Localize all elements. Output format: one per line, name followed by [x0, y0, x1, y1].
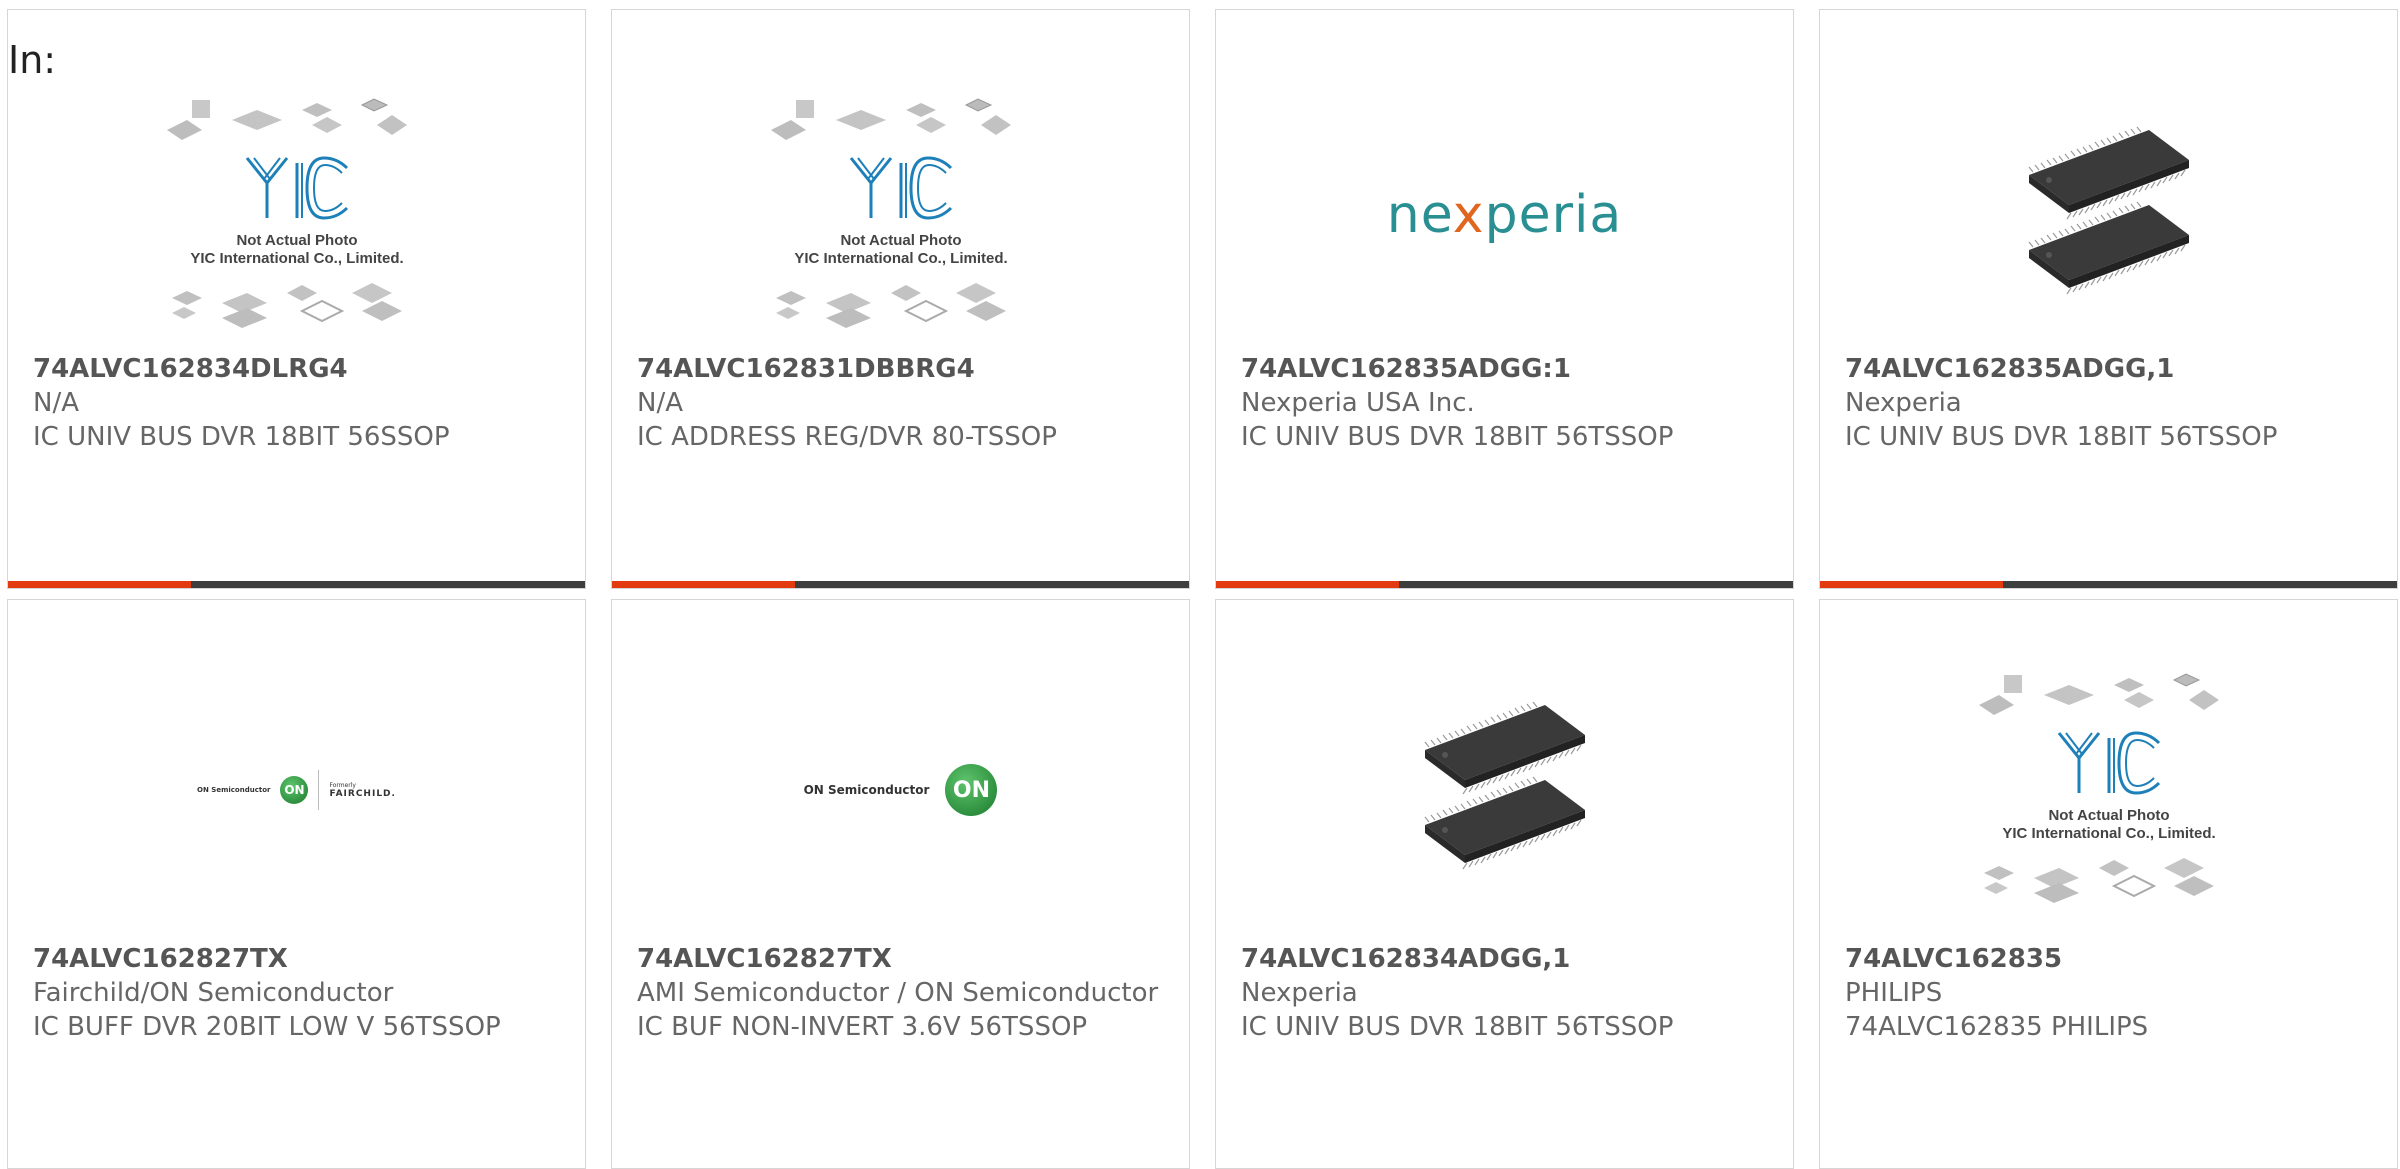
filter-label: In:	[8, 38, 57, 82]
product-image: Not Actual Photo YIC International Co., …	[1820, 645, 2397, 935]
manufacturer: Fairchild/ON Semiconductor	[33, 978, 394, 1008]
tssop-chip-image	[2027, 126, 2190, 295]
part-number[interactable]: 74ALVC162827TX	[637, 942, 1169, 976]
description: IC ADDRESS REG/DVR 80-TSSOP	[637, 422, 1057, 452]
manufacturer: N/A	[637, 388, 683, 418]
product-card[interactable]: 74ALVC162835ADGG,1 Nexperia IC UNIV BUS …	[1819, 9, 2398, 589]
part-number[interactable]: 74ALVC162835	[1845, 942, 2377, 976]
product-card[interactable]: ON Semiconductor ON 74ALVC162827TX AMI S…	[611, 599, 1190, 1169]
yic-caption-1: Not Actual Photo	[2048, 807, 2169, 824]
product-image: Not Actual Photo YIC International Co., …	[8, 70, 585, 360]
product-image: ON Semiconductor ON Formerly FAIRCHILD.	[8, 645, 585, 935]
yic-caption-2: YIC International Co., Limited.	[190, 250, 403, 267]
product-card[interactable]: Not Actual Photo YIC International Co., …	[1819, 599, 2398, 1169]
nexperia-logo: nexperia	[1386, 185, 1623, 245]
on-semi-logo: ON Semiconductor ON	[804, 764, 998, 816]
product-image: Not Actual Photo YIC International Co., …	[612, 70, 1189, 360]
product-card[interactable]: Not Actual Photo YIC International Co., …	[611, 9, 1190, 589]
description: IC BUF NON-INVERT 3.6V 56TSSOP	[637, 1012, 1088, 1042]
card-bar	[8, 581, 585, 588]
yic-caption-2: YIC International Co., Limited.	[794, 250, 1007, 267]
description: 74ALVC162835 PHILIPS	[1845, 1012, 2149, 1042]
yic-caption-1: Not Actual Photo	[236, 232, 357, 249]
card-bar	[1820, 581, 2397, 588]
product-card[interactable]: 74ALVC162834ADGG,1 Nexperia IC UNIV BUS …	[1215, 599, 1794, 1169]
product-image	[1216, 645, 1793, 935]
yic-caption-1: Not Actual Photo	[840, 232, 961, 249]
part-number[interactable]: 74ALVC162834DLRG4	[33, 352, 565, 386]
product-image	[1820, 70, 2397, 360]
part-number[interactable]: 74ALVC162835ADGG,1	[1845, 352, 2377, 386]
description: IC BUFF DVR 20BIT LOW V 56TSSOP	[33, 1012, 501, 1042]
tssop-chip-image	[1423, 701, 1586, 870]
manufacturer: Nexperia	[1241, 978, 1358, 1008]
card-bar	[1216, 581, 1793, 588]
on-fairchild-logo: ON Semiconductor ON Formerly FAIRCHILD.	[197, 770, 396, 810]
product-card[interactable]: ON Semiconductor ON Formerly FAIRCHILD. 7…	[7, 599, 586, 1169]
manufacturer: N/A	[33, 388, 79, 418]
part-number[interactable]: 74ALVC162831DBBRG4	[637, 352, 1169, 386]
manufacturer: Nexperia	[1845, 388, 1962, 418]
description: IC UNIV BUS DVR 18BIT 56TSSOP	[1241, 1012, 1674, 1042]
card-bar	[612, 581, 1189, 588]
product-card[interactable]: nexperia 74ALVC162835ADGG:1 Nexperia USA…	[1215, 9, 1794, 589]
part-number[interactable]: 74ALVC162827TX	[33, 942, 565, 976]
yic-caption-2: YIC International Co., Limited.	[2002, 825, 2215, 842]
part-number[interactable]: 74ALVC162834ADGG,1	[1241, 942, 1773, 976]
description: IC UNIV BUS DVR 18BIT 56TSSOP	[1241, 422, 1674, 452]
manufacturer: PHILIPS	[1845, 978, 1943, 1008]
part-number[interactable]: 74ALVC162835ADGG:1	[1241, 352, 1773, 386]
product-card[interactable]: Not Actual Photo YIC International Co., …	[7, 9, 586, 589]
product-image: nexperia	[1216, 70, 1793, 360]
manufacturer: AMI Semiconductor / ON Semiconductor	[637, 978, 1159, 1008]
product-image: ON Semiconductor ON	[612, 645, 1189, 935]
description: IC UNIV BUS DVR 18BIT 56TSSOP	[1845, 422, 2278, 452]
manufacturer: Nexperia USA Inc.	[1241, 388, 1475, 418]
description: IC UNIV BUS DVR 18BIT 56SSOP	[33, 422, 450, 452]
